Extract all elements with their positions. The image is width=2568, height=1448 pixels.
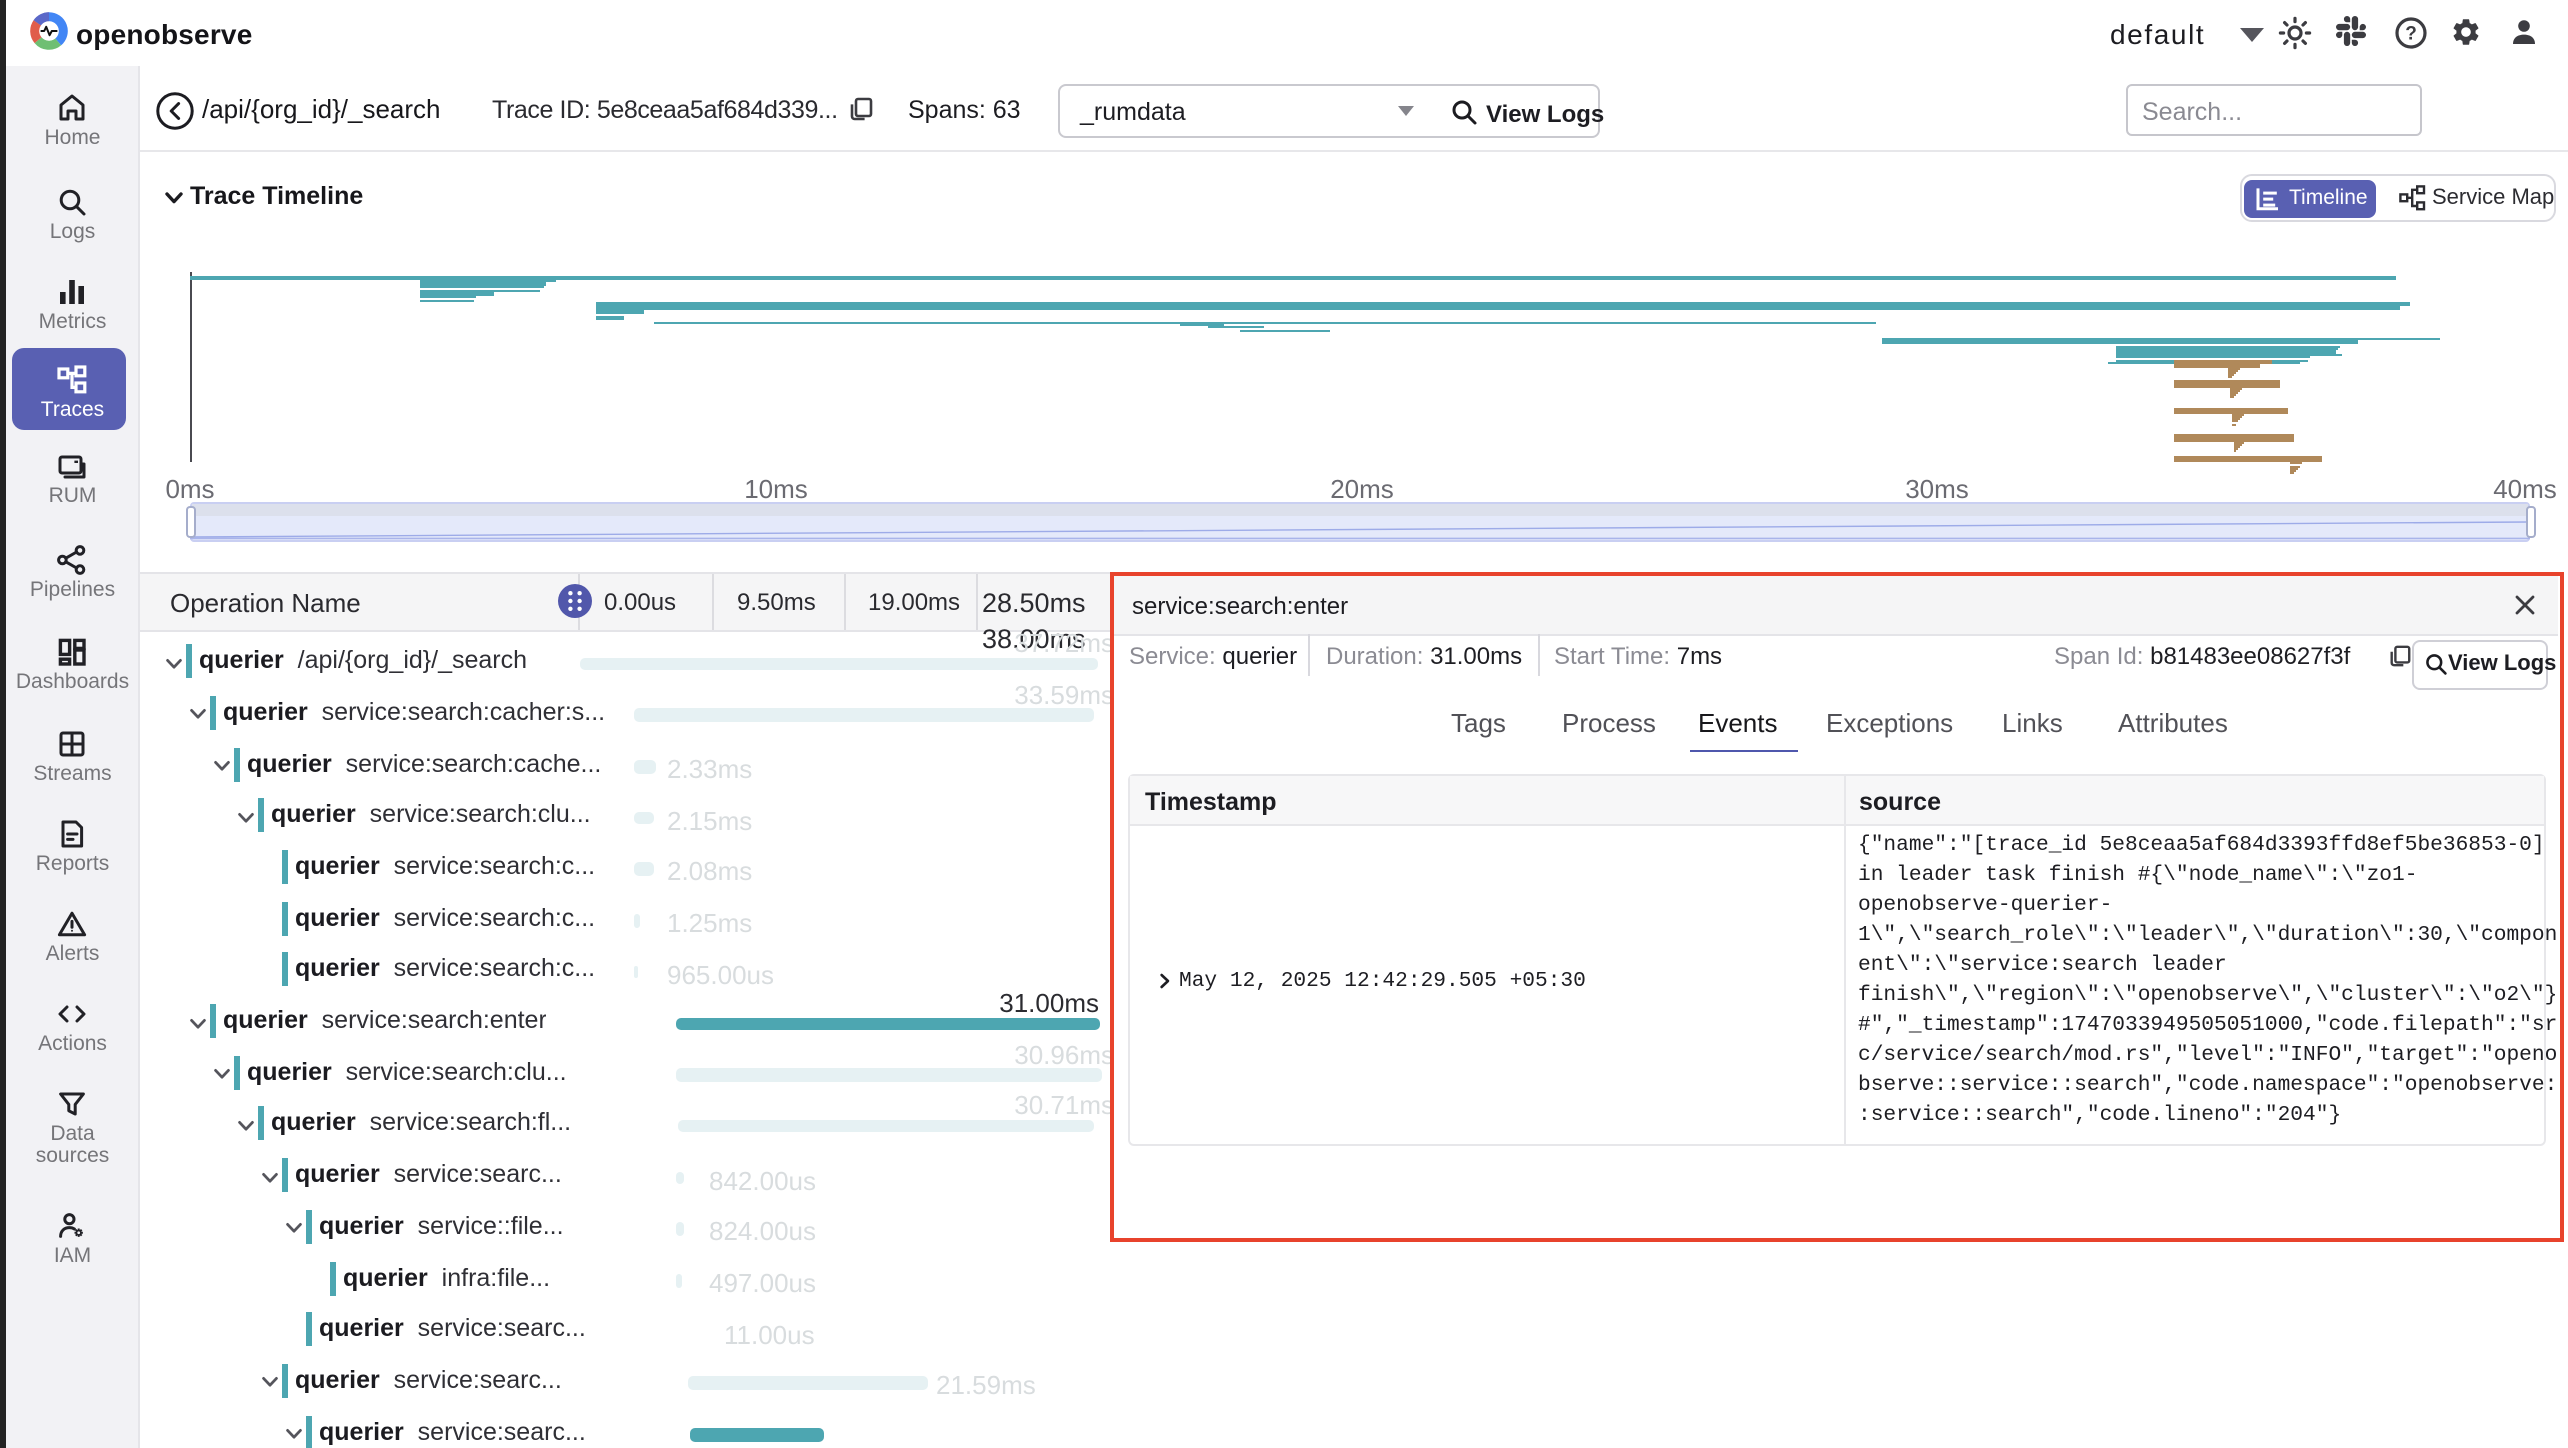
svg-text:?: ? [2405,24,2417,45]
